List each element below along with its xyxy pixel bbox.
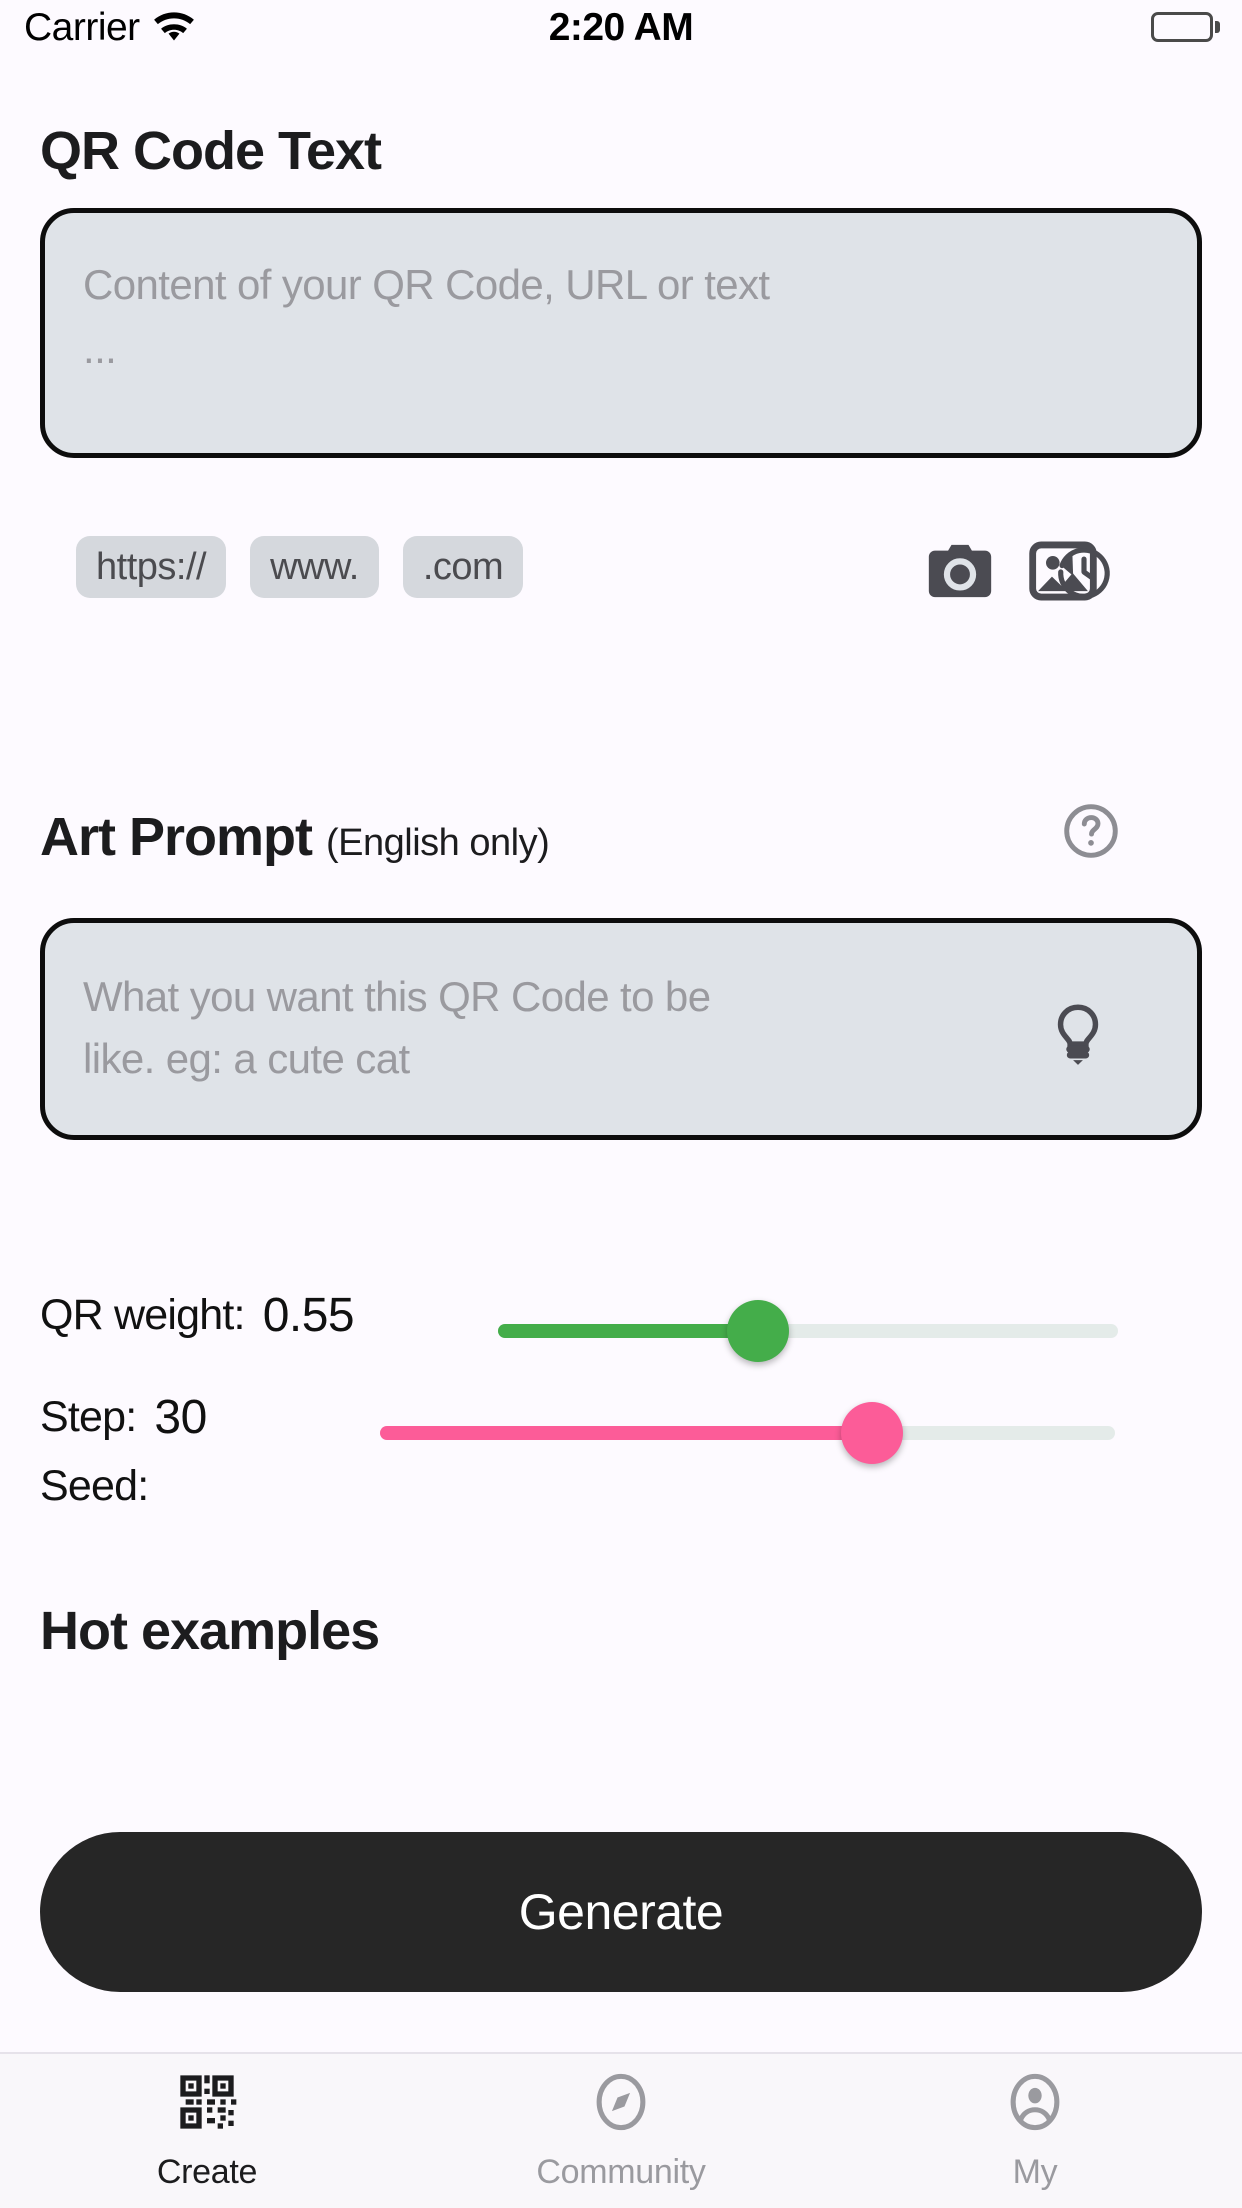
art-input-placeholder-line2: like. eg: a cute cat (83, 1035, 410, 1082)
qr-code-text-title: QR Code Text (40, 121, 382, 181)
tab-my[interactable]: My (828, 2054, 1242, 2208)
lightbulb-icon[interactable] (1045, 1001, 1111, 1067)
art-prompt-title: Art Prompt (English only) (40, 806, 550, 868)
compass-icon (589, 2070, 653, 2139)
qr-weight-slider-thumb[interactable] (727, 1300, 790, 1362)
qr-code-text-input[interactable]: Content of your QR Code, URL or text ... (40, 208, 1202, 600)
status-bar-right (1151, 12, 1220, 42)
qr-weight-slider-fill (498, 1324, 759, 1338)
status-bar-time: 2:20 AM (548, 6, 694, 49)
url-chip-www[interactable]: www. (250, 536, 379, 598)
step-value: 30 (154, 1390, 207, 1444)
tab-community[interactable]: Community (414, 2054, 828, 2208)
url-chip-com[interactable]: .com (402, 536, 524, 598)
qr-code-icon (175, 2070, 239, 2139)
art-prompt-title-main: Art Prompt (40, 807, 313, 867)
qr-weight-label: QR weight: (40, 1290, 246, 1339)
tab-create-label: Create (156, 2153, 258, 2191)
person-circle-icon (1003, 2070, 1067, 2139)
camera-icon[interactable] (925, 540, 995, 602)
help-circle-icon[interactable] (1060, 800, 1122, 862)
qr-input-placeholder-line1: Content of your QR Code, URL or text (83, 261, 770, 308)
tab-my-label: My (1012, 2153, 1058, 2191)
qr-weight-value: 0.55 (262, 1288, 355, 1342)
tab-community-label: Community (536, 2153, 706, 2191)
art-input-placeholder-line1: What you want this QR Code to be (83, 973, 711, 1020)
app-root: Carrier 2:20 AM QR Code Text Content of … (0, 0, 1242, 2208)
step-slider-fill (380, 1426, 873, 1440)
status-bar: Carrier 2:20 AM (0, 0, 1242, 62)
url-chip-https[interactable]: https:// (76, 536, 227, 598)
seed-control: Seed: (40, 1462, 166, 1511)
generate-button[interactable]: Generate (40, 1832, 1202, 1992)
url-chip-row: https:// www. .com (76, 536, 524, 598)
step-slider[interactable] (380, 1402, 1115, 1464)
hot-examples-title: Hot examples (40, 1601, 380, 1661)
step-slider-thumb[interactable] (841, 1402, 904, 1464)
step-label: Step: (40, 1392, 137, 1441)
battery-full-icon (1151, 12, 1213, 42)
image-icon[interactable] (1028, 540, 1098, 602)
bottom-tab-bar: Create Community My (0, 2052, 1242, 2208)
art-prompt-title-subtitle: (English only) (326, 822, 550, 864)
qr-weight-slider[interactable] (498, 1300, 1118, 1362)
tab-create[interactable]: Create (0, 2054, 414, 2208)
art-prompt-input[interactable]: What you want this QR Code to be like. e… (40, 918, 1202, 1140)
qr-input-placeholder-line2: ... (83, 325, 117, 372)
seed-label: Seed: (40, 1462, 149, 1510)
